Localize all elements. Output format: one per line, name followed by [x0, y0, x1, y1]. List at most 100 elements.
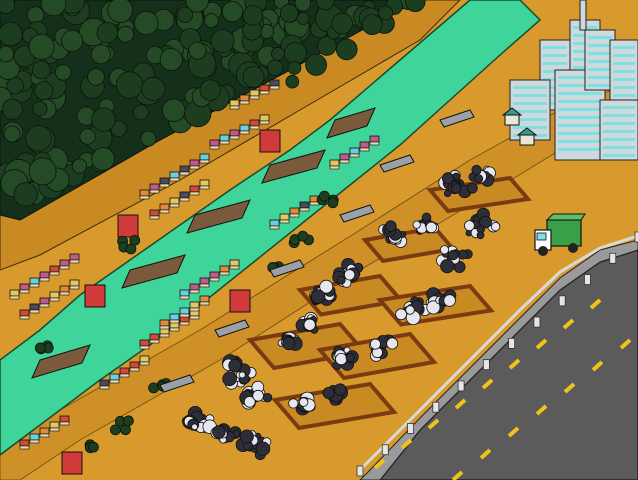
guardrail-post	[407, 423, 414, 434]
tree	[331, 12, 354, 35]
garbage-piece	[228, 358, 242, 373]
house-wall	[249, 95, 260, 100]
house-wall	[199, 283, 210, 288]
building-window-row	[513, 102, 547, 105]
tree	[107, 0, 133, 23]
building-window-row	[588, 44, 612, 47]
building-window-row	[588, 84, 612, 87]
house-wall	[179, 171, 190, 176]
house-wall	[259, 90, 270, 95]
garbage-piece	[463, 220, 475, 232]
house-wall	[169, 327, 180, 332]
building-window-row	[613, 54, 635, 57]
building-window-row	[513, 86, 547, 89]
house	[109, 373, 120, 381]
tree	[26, 6, 45, 24]
house-wall	[29, 439, 40, 444]
house-wall	[69, 259, 80, 264]
guardrail-post	[508, 337, 516, 349]
house-wall	[219, 271, 230, 276]
house-wall	[159, 209, 170, 214]
tree	[31, 60, 51, 80]
garbage-piece	[288, 398, 299, 409]
landfill-scene-svg	[0, 0, 638, 480]
truck-bed-top	[545, 213, 586, 221]
tree	[88, 441, 99, 453]
house	[59, 415, 70, 423]
house	[159, 177, 170, 185]
tree	[79, 128, 96, 145]
house	[39, 297, 50, 305]
tree	[34, 81, 54, 101]
building-window-row	[513, 94, 547, 97]
house-wall	[159, 333, 170, 338]
building-window-row	[603, 154, 635, 157]
tree	[296, 12, 310, 25]
tree	[0, 21, 23, 47]
garbage-piece	[471, 164, 482, 176]
red-building	[229, 289, 251, 313]
tree	[287, 61, 302, 75]
small-house	[519, 134, 535, 146]
guardrail-post	[356, 465, 364, 477]
house-wall	[119, 373, 130, 378]
house	[159, 319, 170, 327]
truck-window	[536, 232, 547, 241]
house	[369, 135, 380, 143]
tree	[176, 6, 193, 23]
house	[259, 84, 270, 92]
garbage-piece	[473, 174, 484, 184]
house	[49, 421, 60, 429]
house-wall	[59, 291, 70, 296]
garbage-piece	[443, 189, 452, 198]
house	[49, 265, 60, 273]
house-wall	[339, 159, 350, 164]
building-window-row	[613, 86, 635, 89]
house	[199, 277, 210, 285]
building-window-row	[603, 138, 635, 141]
garbage-piece	[282, 336, 296, 351]
garbage-piece	[310, 289, 326, 304]
house-wall	[39, 277, 50, 282]
house	[9, 289, 20, 297]
house-wall	[49, 427, 60, 432]
house	[19, 283, 30, 291]
garbage-piece	[238, 371, 246, 379]
house	[239, 94, 250, 102]
house	[69, 253, 80, 261]
house	[29, 303, 40, 311]
house	[49, 291, 60, 299]
house-wall	[229, 105, 240, 110]
garbage-piece	[345, 352, 355, 363]
tree	[319, 190, 330, 202]
building-window-row	[543, 46, 567, 49]
house	[179, 191, 190, 199]
tree	[13, 182, 38, 207]
house-wall	[179, 197, 190, 202]
tree	[28, 157, 57, 186]
garbage-piece	[343, 269, 356, 281]
garbage-piece	[466, 182, 478, 194]
tree	[3, 125, 21, 143]
garbage-piece	[448, 249, 459, 261]
tree	[283, 41, 307, 65]
building-window-row	[613, 46, 635, 49]
tree	[109, 424, 121, 436]
tree	[141, 76, 166, 101]
building-window-row	[558, 140, 602, 143]
garbage-piece	[212, 425, 226, 439]
tree	[129, 234, 141, 246]
garbage-piece	[322, 386, 335, 399]
house-wall	[179, 321, 190, 326]
tree	[28, 33, 55, 60]
house-wall	[49, 271, 60, 276]
garbage-piece	[425, 221, 438, 234]
house	[139, 355, 150, 363]
house-wall	[189, 315, 200, 320]
garbage-piece	[386, 337, 399, 350]
garbage-piece	[222, 371, 237, 387]
tree	[71, 158, 88, 174]
building-window-row	[588, 36, 612, 39]
house	[329, 159, 340, 167]
house-wall	[189, 307, 200, 312]
